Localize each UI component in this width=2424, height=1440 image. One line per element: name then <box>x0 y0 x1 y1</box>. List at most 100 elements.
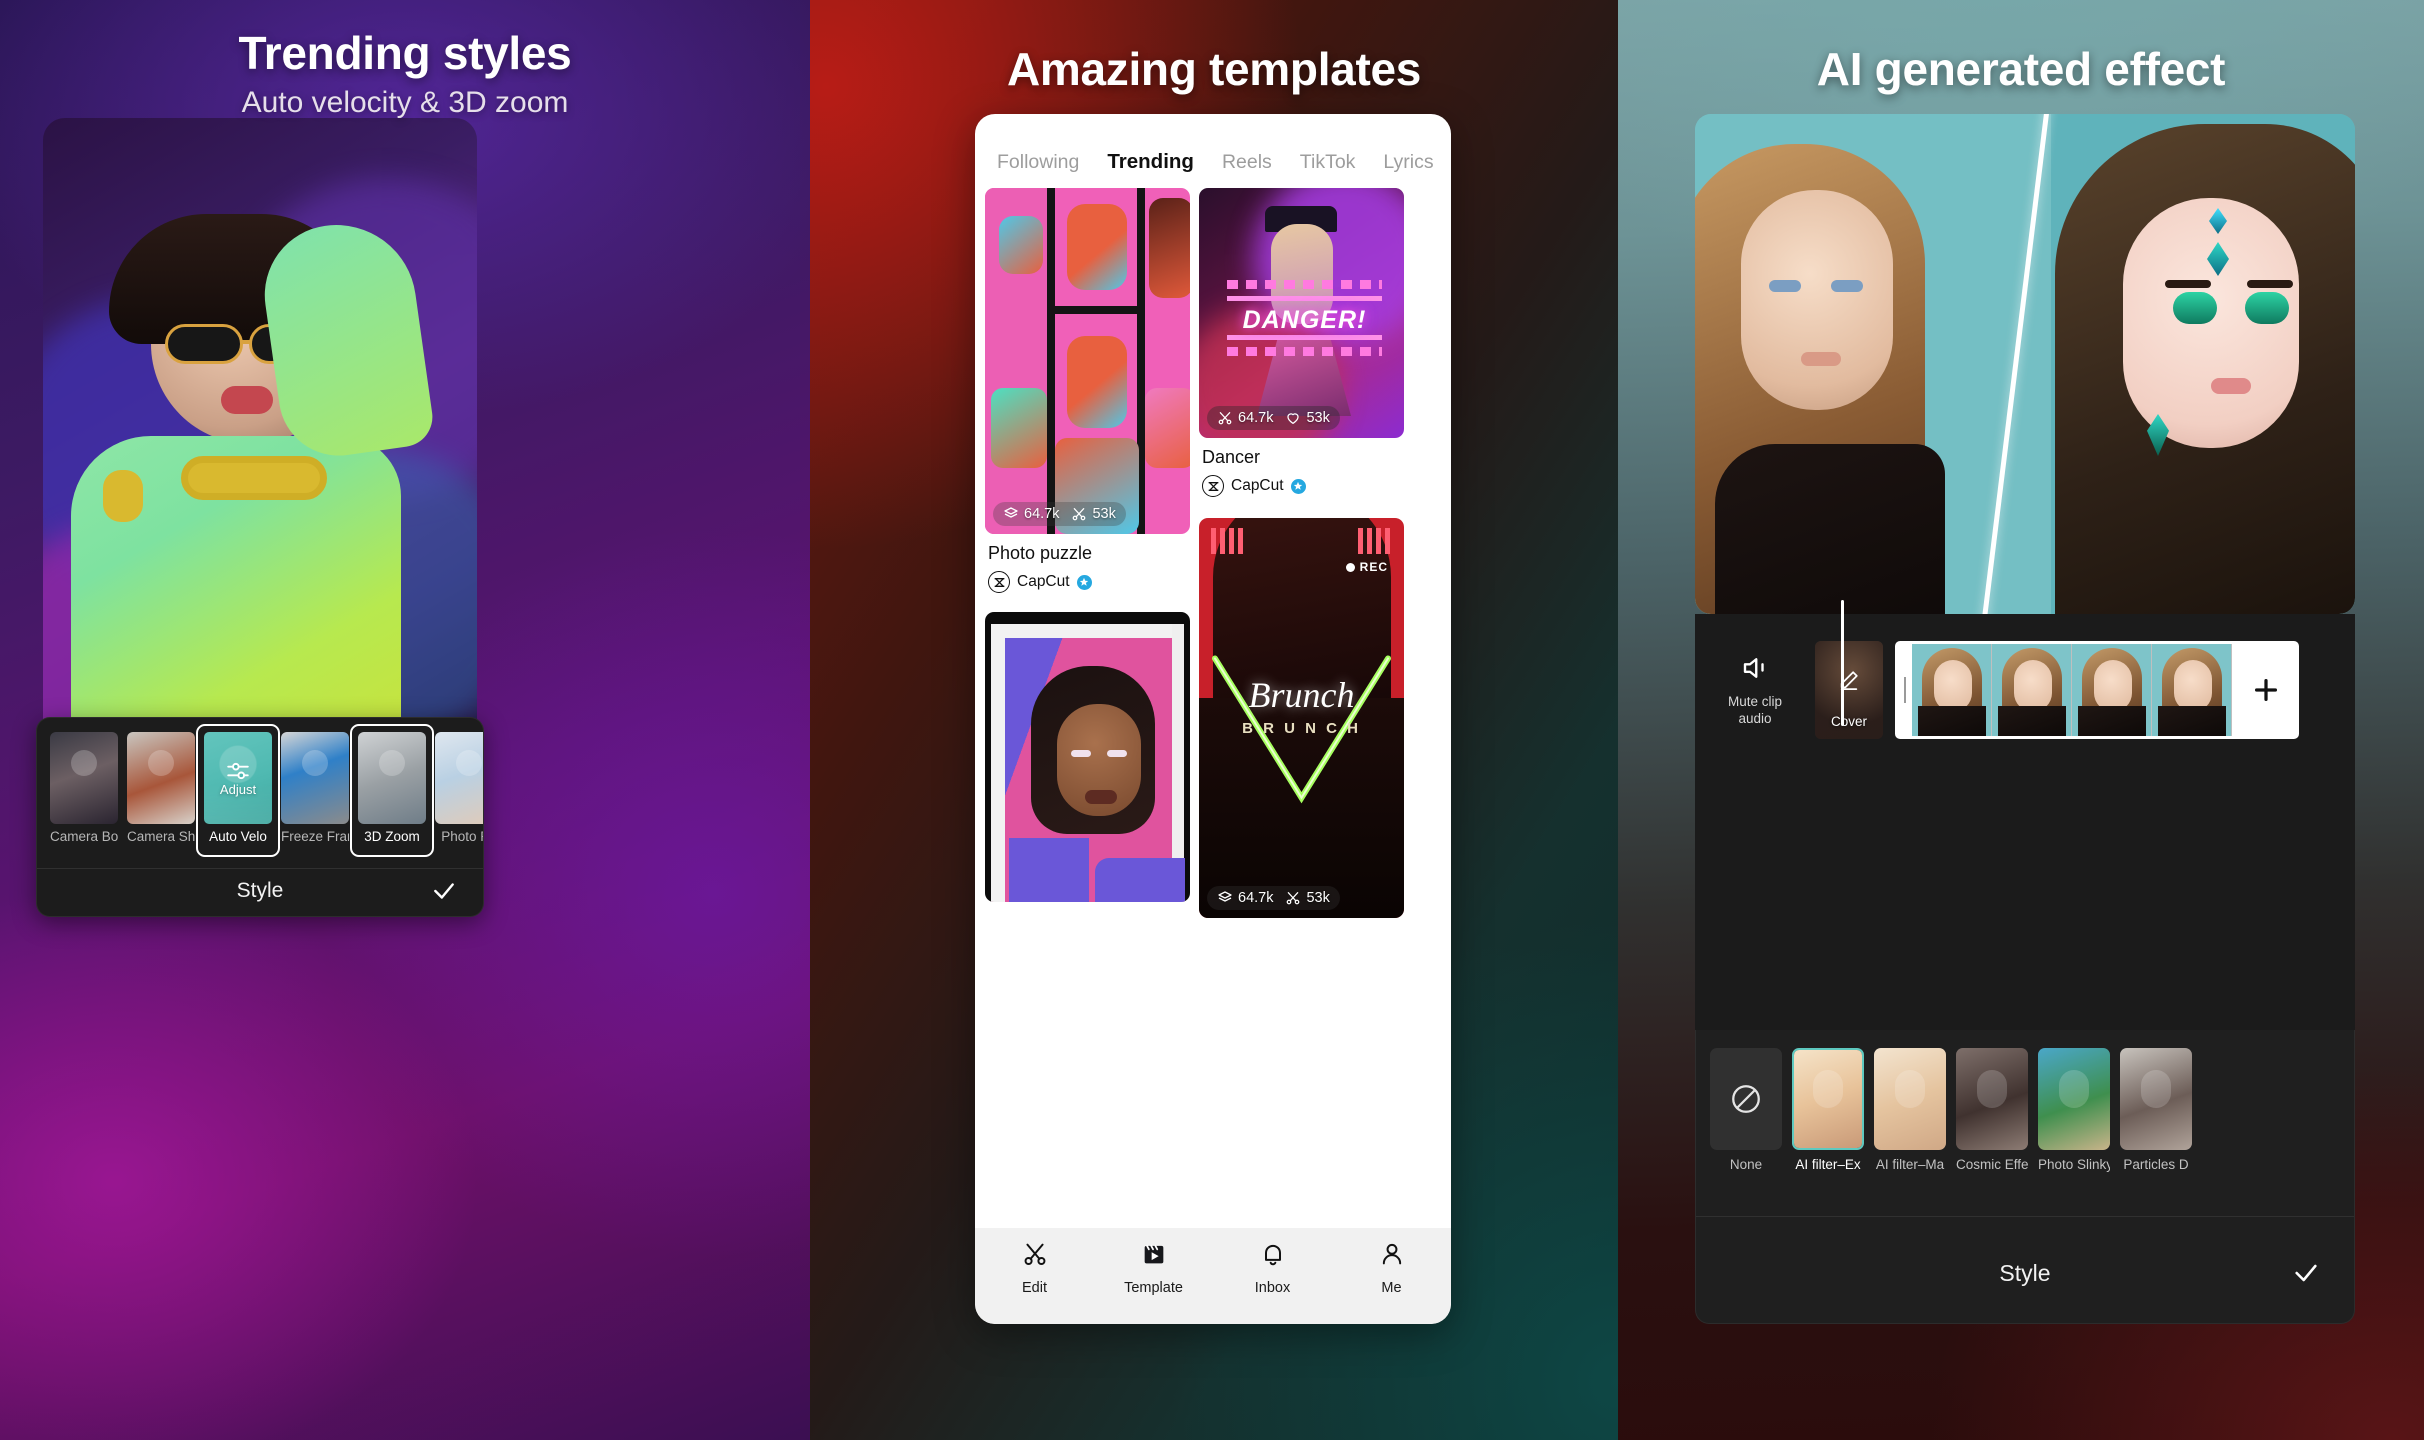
page-title: Amazing templates <box>1006 43 1422 95</box>
style-thumbnail[interactable] <box>358 732 426 824</box>
nav-item-label: Inbox <box>1254 1280 1291 1296</box>
filter-item-label: AI filter–Ex <box>1795 1157 1861 1172</box>
clip-track[interactable] <box>1895 641 2299 739</box>
filter-thumbnail[interactable] <box>1874 1048 1946 1150</box>
style-panel: Camera Bou Camera Sha Adjust Auto Velo Freez… <box>36 717 484 917</box>
playhead[interactable] <box>1841 600 1844 726</box>
template-card[interactable]: DANGER! 64.7k 53k Dancer CapCut <box>1199 188 1404 497</box>
template-thumbnail[interactable]: DANGER! 64.7k 53k <box>1199 188 1404 438</box>
style-item-label: Camera Bou <box>50 829 118 844</box>
template-thumbnail[interactable]: 64.7k 53k <box>985 188 1190 534</box>
filter-item-label: Photo Slinky <box>2038 1157 2110 1172</box>
filter-item[interactable]: Photo Slinky <box>2038 1048 2110 1198</box>
scissors-icon <box>1021 1240 1049 1273</box>
nav-item-template[interactable]: Template <box>1094 1240 1213 1296</box>
nav-item-me[interactable]: Me <box>1332 1240 1451 1296</box>
add-clip-button[interactable] <box>2239 663 2293 717</box>
page-title: AI generated effect <box>1816 43 2226 95</box>
style-item[interactable]: Photo Pu <box>435 732 483 852</box>
template-card[interactable]: REC Brunch B R U N C H 64.7k 53k <box>1199 518 1404 918</box>
card-author[interactable]: CapCut <box>1199 475 1404 497</box>
stat-edits: 53k <box>1071 506 1116 522</box>
filter-thumbnail[interactable] <box>1956 1048 2028 1150</box>
scissors-icon <box>1218 412 1232 425</box>
nav-item-edit[interactable]: Edit <box>975 1240 1094 1296</box>
speaker-mute-icon <box>1740 653 1770 688</box>
video-preview[interactable] <box>1695 114 2355 614</box>
template-thumbnail[interactable]: REC Brunch B R U N C H 64.7k 53k <box>1199 518 1404 918</box>
tab-tiktok[interactable]: TikTok <box>1300 151 1356 174</box>
card-stats: 64.7k 53k <box>1207 886 1340 910</box>
feed-column-left: 64.7k 53k Photo puzzle CapCut <box>985 188 1190 1226</box>
tab-lyrics[interactable]: Lyrics <box>1383 151 1433 174</box>
clip-frame[interactable] <box>2152 644 2232 736</box>
mute-clip-audio-button[interactable]: Mute clip audio <box>1695 653 1815 726</box>
style-item[interactable]: Camera Sha <box>127 732 195 852</box>
style-thumbnail[interactable] <box>127 732 195 824</box>
style-item[interactable]: Adjust Auto Velo <box>196 724 280 857</box>
style-thumbnail[interactable] <box>435 732 483 824</box>
screenshot-root: Trending styles Auto velocity & 3D zoom <box>0 0 2424 1440</box>
stat-edits: 64.7k <box>1217 410 1273 426</box>
filter-item[interactable]: Cosmic Effe <box>1956 1048 2028 1198</box>
template-card[interactable]: 64.7k 53k Photo puzzle CapCut <box>985 188 1190 593</box>
use-icon <box>1218 891 1232 902</box>
clip-trim-handle-left[interactable] <box>1898 644 1912 736</box>
style-item[interactable]: Camera Bou <box>50 732 118 852</box>
no-filter-tile[interactable] <box>1710 1048 1782 1150</box>
clip-frame[interactable] <box>2072 644 2152 736</box>
filter-strip[interactable]: None AI filter–Ex AI filter–Ma Cosmic Effe P… <box>1696 1039 2192 1198</box>
category-tabs[interactable]: Following Trending Reels TikTok Lyrics <box>975 140 1451 184</box>
stat-edits: 53k <box>1285 890 1330 906</box>
thumbnail-artwork: DANGER! <box>1199 188 1404 438</box>
tab-following[interactable]: Following <box>997 151 1079 174</box>
stat-uses: 64.7k <box>1217 890 1273 906</box>
style-strip[interactable]: Camera Bou Camera Sha Adjust Auto Velo Freez… <box>37 724 483 857</box>
nav-item-label: Edit <box>1022 1280 1047 1296</box>
video-preview[interactable] <box>43 118 477 738</box>
filter-thumbnail[interactable] <box>1792 1048 1864 1150</box>
style-item[interactable]: 3D Zoom <box>350 724 434 857</box>
filter-thumbnail[interactable] <box>2120 1048 2192 1150</box>
card-title: Photo puzzle <box>988 543 1093 563</box>
nav-item-inbox[interactable]: Inbox <box>1213 1240 1332 1296</box>
style-item-label: Freeze Fram <box>281 829 349 844</box>
cover-button[interactable]: Cover <box>1815 641 1883 739</box>
clip-frame[interactable] <box>1912 644 1992 736</box>
page-subtitle: Auto velocity & 3D zoom <box>241 86 569 119</box>
overlay-subtext: B R U N C H <box>1242 720 1361 737</box>
tab-trending[interactable]: Trending <box>1107 150 1194 174</box>
template-feed[interactable]: 64.7k 53k Photo puzzle CapCut DANGER! 64… <box>985 188 1441 1226</box>
verified-badge-icon <box>1290 478 1306 494</box>
scissors-icon <box>1073 508 1086 521</box>
bell-icon <box>1259 1240 1287 1273</box>
template-app-window: Following Trending Reels TikTok Lyrics 6… <box>975 114 1451 1324</box>
timeline-row: Mute clip audio Cover <box>1695 636 2299 744</box>
adjust-tile[interactable]: Adjust <box>204 732 272 824</box>
author-name: CapCut <box>1017 573 1070 590</box>
filter-item[interactable]: None <box>1710 1048 1782 1198</box>
template-card[interactable] <box>985 612 1190 902</box>
check-icon[interactable] <box>2292 1259 2320 1287</box>
filter-item[interactable]: AI filter–Ex <box>1783 1039 1873 1198</box>
clip-frame[interactable] <box>1992 644 2072 736</box>
bottom-navigation[interactable]: Edit Template Inbox Me <box>975 1228 1451 1324</box>
style-thumbnail[interactable] <box>281 732 349 824</box>
panel-1-header: Trending styles Auto velocity & 3D zoom <box>0 26 810 120</box>
nav-item-label: Template <box>1124 1280 1183 1296</box>
style-item[interactable]: Freeze Fram <box>281 732 349 852</box>
overlay-text: Brunch <box>1248 675 1355 715</box>
check-icon[interactable] <box>431 878 457 904</box>
author-name: CapCut <box>1231 477 1284 494</box>
style-thumbnail[interactable] <box>50 732 118 824</box>
tab-reels[interactable]: Reels <box>1222 151 1272 174</box>
filter-item[interactable]: AI filter–Ma <box>1874 1048 1946 1198</box>
filter-item[interactable]: Particles D <box>2120 1048 2192 1198</box>
cover-label: Cover <box>1830 714 1867 729</box>
stat-uses: 64.7k <box>1003 506 1059 522</box>
panel-2-header: Amazing templates <box>810 42 1618 96</box>
card-author[interactable]: CapCut <box>985 571 1190 593</box>
filter-thumbnail[interactable] <box>2038 1048 2110 1150</box>
filter-panel: None AI filter–Ex AI filter–Ma Cosmic Effe P… <box>1695 1030 2355 1324</box>
template-thumbnail[interactable] <box>985 612 1190 902</box>
